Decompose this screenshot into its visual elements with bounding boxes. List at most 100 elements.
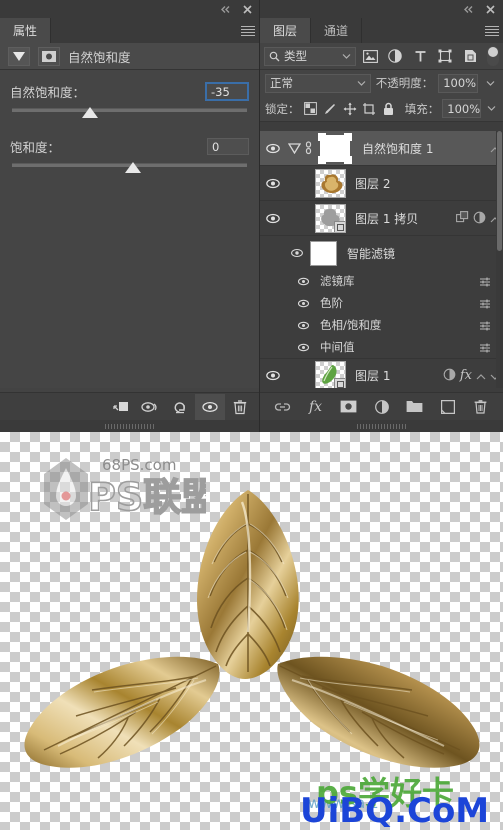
- fx-icon[interactable]: fx: [460, 368, 472, 383]
- saturation-slider[interactable]: [10, 161, 249, 179]
- blend-mode-select[interactable]: 正常: [265, 73, 371, 93]
- type-layer-filter-icon[interactable]: [409, 46, 431, 66]
- filter-enable-toggle[interactable]: [487, 46, 499, 66]
- smart-filters-mask-thumbnail[interactable]: [310, 240, 337, 266]
- panel-menu-icon[interactable]: [481, 18, 503, 43]
- adjustment-badge-icon[interactable]: [443, 366, 456, 385]
- delete-icon[interactable]: [225, 394, 255, 420]
- smart-filters-visibility-icon[interactable]: [284, 248, 310, 258]
- layer-row-layer1[interactable]: 图层 1 fx: [260, 358, 503, 388]
- delete-layer-icon[interactable]: [471, 397, 491, 417]
- opacity-value: 100%: [443, 76, 477, 90]
- layers-scrollbar-thumb[interactable]: [497, 131, 502, 251]
- layer-mask-icon[interactable]: [38, 46, 60, 66]
- filter-visibility-icon[interactable]: [292, 277, 314, 286]
- layer-thumbnail[interactable]: [315, 168, 346, 198]
- properties-body: 自然饱和度： -35 饱和度： 0: [0, 70, 259, 388]
- properties-panel: 属性 自然饱和度 自然饱和度： -35 饱和度： 0: [0, 0, 260, 432]
- reset-icon[interactable]: [165, 394, 195, 420]
- layers-footer: fx: [260, 392, 503, 420]
- vibrance-adjustment-icon[interactable]: [8, 46, 30, 66]
- smart-object-badge-icon[interactable]: [456, 209, 469, 228]
- layer-visibility-icon[interactable]: [260, 370, 286, 381]
- smart-filter-item[interactable]: 滤镜库: [260, 270, 503, 292]
- tab-layers[interactable]: 图层: [260, 18, 312, 43]
- adjustment-layer-filter-icon[interactable]: [384, 46, 406, 66]
- smart-filter-item[interactable]: 中间值: [260, 336, 503, 358]
- filter-name: 色相/饱和度: [320, 318, 382, 332]
- view-previous-state-icon[interactable]: [135, 394, 165, 420]
- opacity-chevron-down-icon[interactable]: [483, 74, 498, 93]
- chevron-up-icon[interactable]: [476, 366, 486, 385]
- tab-channels[interactable]: 通道: [311, 18, 363, 43]
- chevron-down-icon: [357, 76, 366, 90]
- lock-image-pixels-icon[interactable]: [322, 99, 338, 118]
- vibrance-control-row: 自然饱和度： -35: [10, 82, 249, 101]
- fill-input[interactable]: 100%: [442, 99, 482, 118]
- close-icon[interactable]: [241, 3, 254, 16]
- collapse-double-arrow-icon[interactable]: [219, 3, 232, 16]
- filter-name: 滤镜库: [320, 274, 355, 288]
- lock-transparent-pixels-icon[interactable]: [303, 99, 319, 118]
- vibrance-value-input[interactable]: -35: [205, 82, 249, 101]
- photoshop-window: 属性 自然饱和度 自然饱和度： -35 饱和度： 0 图层 通道 类型 正常 不…: [0, 0, 503, 830]
- lock-artboard-nesting-icon[interactable]: [361, 99, 377, 118]
- opacity-input[interactable]: 100%: [438, 73, 478, 93]
- vibrance-slider-thumb[interactable]: [81, 107, 98, 118]
- layer-thumbnail[interactable]: [315, 361, 346, 388]
- tab-properties-label: 属性: [13, 24, 38, 38]
- mask-link-icon[interactable]: [302, 141, 315, 155]
- smart-filters-row[interactable]: 智能滤镜: [260, 236, 503, 270]
- vibrance-slider[interactable]: [10, 106, 249, 124]
- fill-chevron-down-icon[interactable]: [484, 99, 498, 118]
- new-group-icon[interactable]: [405, 397, 425, 417]
- saturation-value-input[interactable]: 0: [207, 138, 249, 155]
- new-adjustment-layer-icon[interactable]: [372, 397, 392, 417]
- blend-mode-row: 正常 不透明度： 100%: [260, 70, 503, 96]
- layer-visibility-icon[interactable]: [260, 213, 286, 224]
- filter-visibility-icon[interactable]: [292, 321, 314, 330]
- layer-mask-thumbnail[interactable]: [317, 132, 353, 165]
- add-layer-style-icon[interactable]: fx: [306, 397, 326, 417]
- layer-visibility-icon[interactable]: [260, 178, 286, 189]
- clip-to-layer-icon[interactable]: [105, 394, 135, 420]
- saturation-value: 0: [212, 139, 220, 154]
- tab-layers-label: 图层: [273, 24, 298, 38]
- filter-name: 色阶: [320, 296, 343, 310]
- layers-resize-grip[interactable]: [260, 420, 503, 432]
- toggle-visibility-icon[interactable]: [195, 393, 225, 420]
- chevron-down-icon: [342, 49, 351, 63]
- smart-object-filter-icon[interactable]: [459, 46, 481, 66]
- panel-menu-icon[interactable]: [237, 18, 259, 43]
- properties-tabrow: 属性: [0, 18, 259, 43]
- filter-effects-icon[interactable]: [473, 209, 486, 228]
- layer-visibility-icon[interactable]: [260, 143, 286, 154]
- layers-scrollbar[interactable]: [496, 131, 503, 388]
- layer-filter-kind-select[interactable]: 类型: [264, 46, 356, 66]
- properties-resize-grip[interactable]: [0, 420, 259, 432]
- lock-row: 锁定： 填充： 100%: [260, 96, 503, 122]
- watermark-logo-sub: PS联盟: [88, 475, 206, 519]
- filter-visibility-icon[interactable]: [292, 299, 314, 308]
- layer-row-layer2[interactable]: 图层 2: [260, 166, 503, 201]
- watermark-logo: 68PS.com PS联盟: [44, 456, 206, 520]
- pixel-layer-filter-icon[interactable]: [359, 46, 381, 66]
- document-canvas[interactable]: 68PS.com PS联盟 www.sa.z ps学好卡 UiBQ.CoM: [0, 432, 503, 830]
- layer-thumbnail[interactable]: [315, 203, 346, 233]
- smart-filter-item[interactable]: 色相/饱和度: [260, 314, 503, 336]
- layer-row-layer1-copy[interactable]: 图层 1 拷贝: [260, 201, 503, 236]
- collapse-double-arrow-icon[interactable]: [462, 3, 475, 16]
- lock-all-icon[interactable]: [380, 99, 396, 118]
- tab-properties[interactable]: 属性: [0, 18, 52, 43]
- filter-visibility-icon[interactable]: [292, 343, 314, 352]
- layer-filter-kind-label: 类型: [284, 49, 307, 63]
- smart-filter-item[interactable]: 色阶: [260, 292, 503, 314]
- lock-position-icon[interactable]: [341, 99, 357, 118]
- add-layer-mask-icon[interactable]: [339, 397, 359, 417]
- link-layers-icon[interactable]: [273, 397, 293, 417]
- layer-row-vibrance[interactable]: 自然饱和度 1: [260, 131, 503, 166]
- new-layer-icon[interactable]: [438, 397, 458, 417]
- close-icon[interactable]: [484, 3, 497, 16]
- saturation-slider-thumb[interactable]: [124, 162, 141, 173]
- shape-layer-filter-icon[interactable]: [434, 46, 456, 66]
